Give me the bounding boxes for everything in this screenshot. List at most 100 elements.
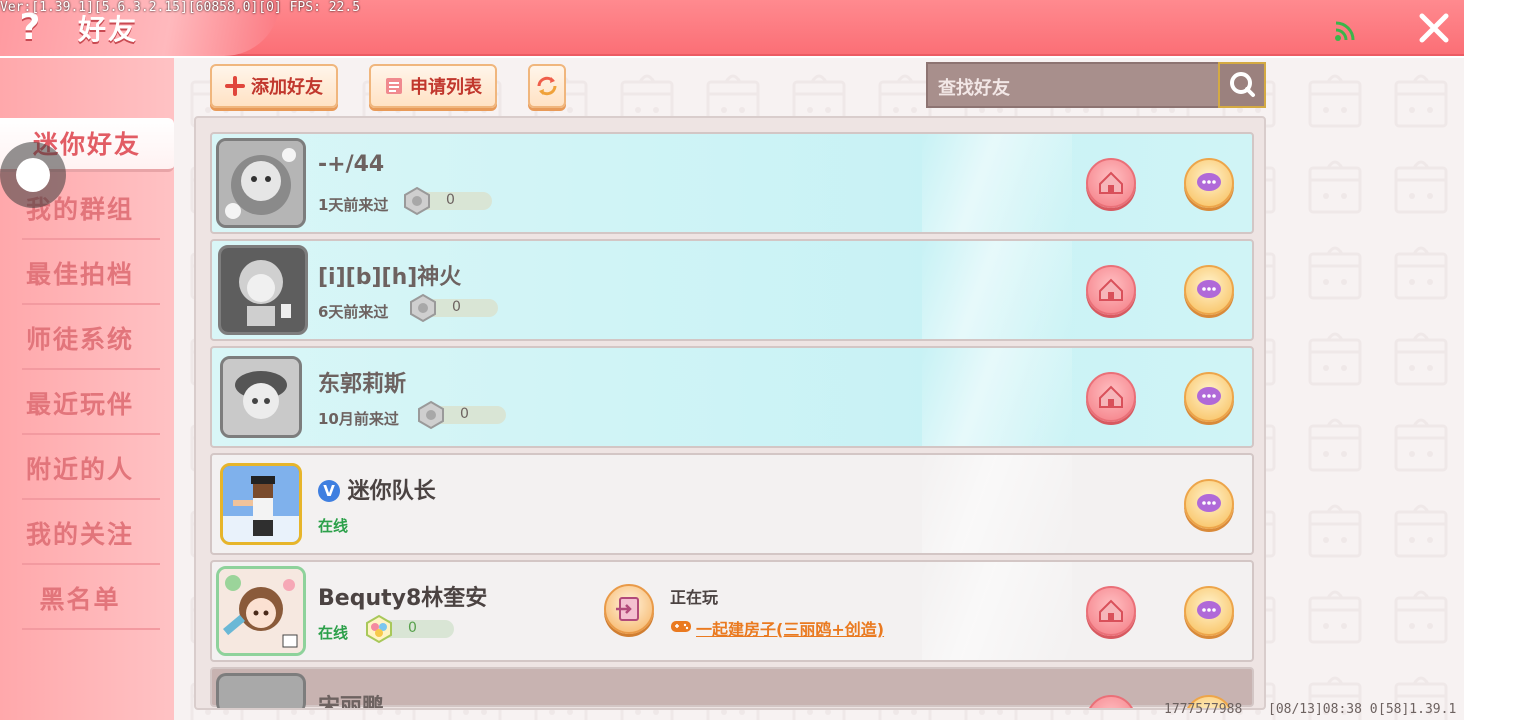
badge-icon: [404, 186, 430, 216]
user-id: 1777577988: [1164, 702, 1243, 717]
refresh-button[interactable]: [528, 64, 566, 108]
badge-icon: [410, 293, 436, 323]
visit-home-button[interactable]: [1086, 372, 1136, 422]
sidebar-item-recent-players[interactable]: 最近玩伴: [0, 373, 160, 437]
friend-row[interactable]: 宋丽鹏: [210, 667, 1254, 710]
friend-row[interactable]: 东郭莉斯 10月前来过 0: [210, 346, 1254, 448]
badge: 0: [402, 186, 494, 216]
join-game-button[interactable]: [604, 584, 654, 634]
friend-avatar[interactable]: [220, 463, 302, 545]
home-icon: [1099, 171, 1123, 194]
chat-bubble-icon: [1197, 173, 1221, 191]
visit-home-button[interactable]: [1086, 265, 1136, 315]
badge-value: 0: [460, 406, 469, 422]
sidebar-item-mentor-system[interactable]: 师徒系统: [0, 308, 160, 372]
friend-avatar[interactable]: [216, 673, 306, 708]
chat-button[interactable]: [1184, 586, 1234, 636]
avatar-image: [219, 141, 303, 225]
timestamp: [08/13]08:38 0: [1268, 702, 1378, 717]
friend-name: 东郭莉斯: [318, 372, 407, 397]
request-list-button[interactable]: 申请列表: [369, 64, 497, 108]
badge-icon: [366, 614, 392, 644]
sidebar-item-following[interactable]: 我的关注: [0, 503, 160, 567]
badge: 0: [364, 614, 456, 644]
row-shine: [922, 455, 1072, 553]
row-shine: [922, 348, 1072, 446]
refresh-icon: [537, 76, 557, 96]
network-signal-icon: [1335, 21, 1355, 41]
last-seen-text: 1天前来过: [318, 196, 389, 214]
chat-bubble-icon: [1197, 601, 1221, 619]
home-icon: [1099, 385, 1123, 408]
friend-list[interactable]: -+/44 1天前来过 0 [i][b][h]神火 6天前来过 0 东郭莉斯 1…: [194, 116, 1266, 710]
chat-button[interactable]: [1184, 265, 1234, 315]
badge: 0: [416, 400, 508, 430]
friend-name-with-verified: V 迷你队长: [318, 473, 436, 505]
row-shine: [922, 562, 1072, 660]
debug-overlay: Ver:[1.39.1][5.6.3.2.15][60858,0][0] FPS…: [0, 0, 361, 15]
chat-button[interactable]: [1184, 479, 1234, 529]
verified-icon: V: [318, 480, 340, 502]
badge-value: 0: [452, 299, 461, 315]
friend-row[interactable]: Bequty8林奎安 在线 0 正在玩 一起建房子(三丽鸥+创造): [210, 560, 1254, 662]
sidebar-divider: [22, 303, 160, 305]
search-button[interactable]: [1218, 62, 1266, 108]
visit-home-button[interactable]: [1086, 158, 1136, 208]
friend-name: [i][b][h]神火: [318, 265, 462, 290]
add-friend-button[interactable]: 添加好友: [210, 64, 338, 108]
friend-avatar[interactable]: [220, 356, 302, 438]
search-input[interactable]: 查找好友: [926, 62, 1218, 108]
chat-button[interactable]: [1184, 372, 1234, 422]
chat-bubble-icon: [1197, 494, 1221, 512]
friend-row[interactable]: V 迷你队长 在线: [210, 453, 1254, 555]
badge: 0: [408, 293, 500, 323]
visit-home-button[interactable]: [1086, 586, 1136, 636]
friend-name: 迷你队长: [347, 479, 436, 504]
sidebar-item-blacklist[interactable]: 黑名单: [0, 568, 160, 632]
friend-name: -+/44: [318, 152, 385, 177]
floating-assist-dot: [16, 158, 50, 192]
chat-button[interactable]: [1184, 158, 1234, 208]
friend-name: 宋丽鹏: [318, 695, 385, 710]
home-icon: [1099, 278, 1123, 301]
plus-icon: [225, 76, 245, 96]
sidebar-divider: [22, 368, 160, 370]
list-icon: [386, 78, 402, 94]
request-list-label: 申请列表: [410, 77, 482, 98]
friend-row[interactable]: -+/44 1天前来过 0: [210, 132, 1254, 234]
close-icon[interactable]: [1416, 10, 1452, 46]
now-playing-game-link[interactable]: 一起建房子(三丽鸥+创造): [696, 616, 884, 640]
enter-icon: [616, 597, 639, 621]
version-text: [58]1.39.1: [1378, 702, 1457, 717]
online-status: 在线: [318, 624, 349, 642]
search-icon: [1230, 72, 1255, 97]
badge-value: 0: [408, 620, 417, 636]
right-edge: [1464, 0, 1520, 720]
friend-name: Bequty8林奎安: [318, 586, 488, 611]
avatar-image: [223, 359, 299, 435]
sidebar-divider: [22, 563, 160, 565]
online-status: 在线: [318, 517, 349, 535]
header-bar: ? 好友 Ver:[1.39.1][5.6.3.2.15][60858,0][0…: [0, 0, 1464, 56]
avatar-image: [219, 569, 303, 653]
add-friend-label: 添加好友: [251, 77, 323, 98]
friend-avatar[interactable]: [218, 245, 308, 335]
chat-bubble-icon: [1197, 387, 1221, 405]
friend-avatar[interactable]: [216, 566, 306, 656]
sidebar-item-best-partner[interactable]: 最佳拍档: [0, 243, 160, 307]
last-seen-text: 6天前来过: [318, 303, 389, 321]
visit-home-button[interactable]: [1086, 695, 1136, 708]
chat-bubble-icon: [1197, 280, 1221, 298]
friend-avatar[interactable]: [216, 138, 306, 228]
badge-value: 0: [446, 192, 455, 208]
last-seen-text: 10月前来过: [318, 410, 399, 428]
friend-row[interactable]: [i][b][h]神火 6天前来过 0: [210, 239, 1254, 341]
now-playing-label: 正在玩: [670, 588, 719, 607]
sidebar-item-nearby[interactable]: 附近的人: [0, 438, 160, 502]
row-shine: [922, 241, 1072, 339]
row-shine: [922, 134, 1072, 232]
gamepad-icon: [671, 621, 691, 632]
badge-icon: [418, 400, 444, 430]
floating-assist-handle[interactable]: [0, 142, 66, 208]
avatar-image: [221, 248, 305, 332]
